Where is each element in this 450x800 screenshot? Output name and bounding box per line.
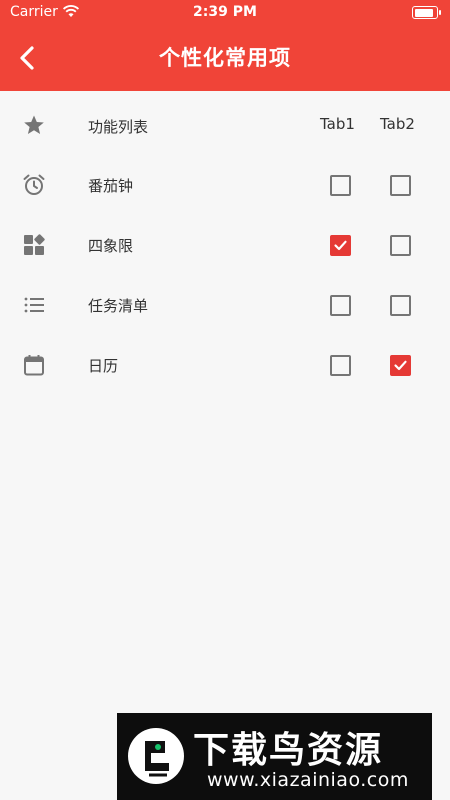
row-label: 日历 [88,357,119,375]
table-row: 任务清单 [0,275,450,335]
table-header-row: 功能列表 Tab1 Tab2 [0,91,450,151]
settings-table: 功能列表 Tab1 Tab2 番茄钟 四象限 任务清单 日历 [0,91,450,395]
battery-level [414,8,433,17]
check-icon [394,360,407,371]
calendar-icon [24,355,44,376]
checkbox-tab1[interactable] [330,235,351,256]
checkbox-tab1[interactable] [330,175,351,196]
header-label: 功能列表 [88,118,149,136]
checkbox-tab1[interactable] [330,295,351,316]
star-icon [24,115,44,134]
row-label: 番茄钟 [88,177,134,195]
table-row: 四象限 [0,215,450,275]
checkbox-tab2[interactable] [390,175,411,196]
column-header-tab2: Tab2 [380,115,415,133]
check-icon [334,240,347,251]
checkbox-tab2[interactable] [390,235,411,256]
row-label: 任务清单 [88,297,149,315]
status-time: 2:39 PM [193,4,257,20]
widgets-icon [24,234,45,255]
checkbox-tab1[interactable] [330,355,351,376]
watermark-url: www.xiazainiao.com [207,769,409,791]
checkbox-tab2[interactable] [390,355,411,376]
watermark-banner: 下载鸟资源 www.xiazainiao.com [117,713,432,800]
watermark-title: 下载鸟资源 [193,730,384,771]
status-bar: Carrier 2:39 PM [0,0,450,26]
page-title: 个性化常用项 [159,46,291,70]
checkbox-tab2[interactable] [390,295,411,316]
nav-bar: 个性化常用项 [0,26,450,91]
table-row: 日历 [0,335,450,395]
row-label: 四象限 [88,237,134,255]
bird-logo-icon [128,728,184,784]
app-header: Carrier 2:39 PM 个性化常用项 [0,0,450,91]
alarm-clock-icon [23,174,45,195]
battery-icon [412,6,441,19]
list-icon [24,297,44,313]
table-row: 番茄钟 [0,155,450,215]
column-header-tab1: Tab1 [320,115,355,133]
